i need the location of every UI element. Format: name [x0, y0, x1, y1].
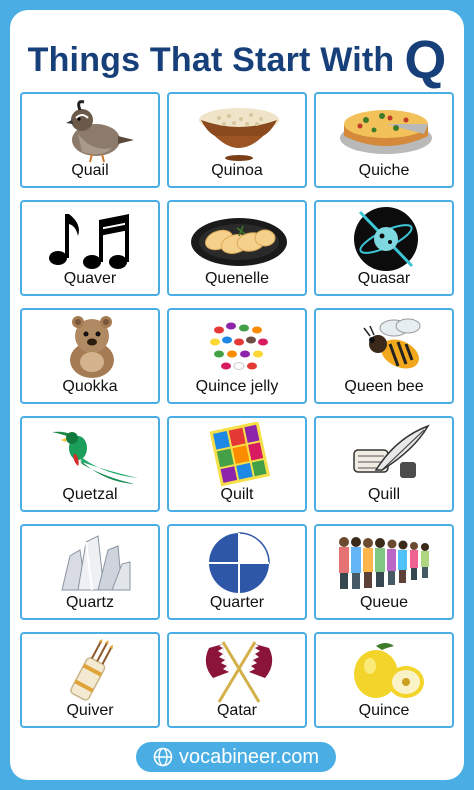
queue-icon	[336, 530, 436, 596]
card-label: Quetzal	[62, 486, 118, 503]
quenelle-icon	[189, 206, 289, 272]
card-quartz: Quartz	[20, 524, 160, 620]
title-letter: Q	[404, 30, 447, 90]
card-label: Quenelle	[204, 270, 270, 287]
card-quill: Quill	[314, 416, 454, 512]
card-quiver: Quiver	[20, 632, 160, 728]
card-quail: Quail	[20, 92, 160, 188]
card-label: Quaver	[63, 270, 117, 287]
card-label: Quince	[358, 702, 410, 719]
card-quokka: Quokka	[20, 308, 160, 404]
card-label: Quail	[71, 162, 109, 179]
quetzal-icon	[42, 422, 142, 488]
card-label: Qatar	[216, 702, 257, 719]
quaver-icon	[42, 206, 142, 272]
card-qatar: Qatar	[167, 632, 307, 728]
page-title: Things That Start With Q	[10, 28, 464, 92]
quokka-icon	[42, 314, 142, 380]
quail-icon	[42, 98, 142, 164]
card-label: Quokka	[62, 378, 118, 395]
quince-jelly-icon	[189, 314, 289, 380]
card-label: Quarter	[209, 594, 265, 611]
website-url[interactable]: vocabineer.com	[179, 746, 319, 769]
card-label: Queue	[359, 594, 409, 611]
qatar-icon	[189, 638, 289, 704]
card-queen-bee: Queen bee	[314, 308, 454, 404]
globe-icon	[153, 747, 173, 767]
card-quenelle: Quenelle	[167, 200, 307, 296]
card-label: Quiver	[66, 702, 114, 719]
website-badge[interactable]: vocabineer.com	[136, 742, 336, 772]
quilt-icon	[189, 422, 289, 488]
quiver-icon	[42, 638, 142, 704]
card-quilt: Quilt	[167, 416, 307, 512]
quill-icon	[336, 422, 436, 488]
card-quince-jelly: Quince jelly	[167, 308, 307, 404]
queen-bee-icon	[336, 314, 436, 380]
card-quince: Quince	[314, 632, 454, 728]
card-quiche: Quiche	[314, 92, 454, 188]
card-quinoa: Quinoa	[167, 92, 307, 188]
quiche-icon	[336, 98, 436, 164]
card-label: Quilt	[220, 486, 254, 503]
card-label: Quartz	[65, 594, 114, 611]
title-text: Things That Start With	[27, 40, 395, 79]
card-quasar: Quasar	[314, 200, 454, 296]
card-quetzal: Quetzal	[20, 416, 160, 512]
vocabulary-grid: Quail Quinoa Quiche Quaver Quenelle Quas…	[20, 92, 454, 728]
card-label: Queen bee	[344, 378, 424, 395]
quarter-icon	[189, 530, 289, 596]
card-quarter: Quarter	[167, 524, 307, 620]
worksheet: Things That Start With Q Quail Quinoa Qu…	[10, 10, 464, 780]
quasar-icon	[336, 206, 436, 272]
quinoa-icon	[189, 98, 289, 164]
card-label: Quasar	[357, 270, 411, 287]
card-quaver: Quaver	[20, 200, 160, 296]
card-label: Quinoa	[211, 162, 263, 179]
card-label: Quiche	[358, 162, 410, 179]
quince-icon	[336, 638, 436, 704]
card-label: Quill	[367, 486, 400, 503]
card-label: Quince jelly	[195, 378, 279, 395]
card-queue: Queue	[314, 524, 454, 620]
quartz-icon	[42, 530, 142, 596]
